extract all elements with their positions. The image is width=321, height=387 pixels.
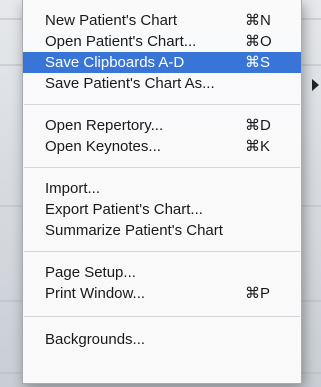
menu-item-label: Open Keynotes... [45,138,161,155]
menu-item-import[interactable]: Import... [23,178,301,199]
menu-item-backgrounds[interactable]: Backgrounds... [23,329,301,350]
menu-item-shortcut: ⌘S [245,54,271,71]
menu-separator [24,316,300,317]
menu-item-print-window[interactable]: Print Window... ⌘P [23,283,301,304]
menu-item-save-patients-chart-as[interactable]: Save Patient's Chart As... [23,73,301,94]
menu-item-label: Print Window... [45,285,146,302]
menu-item-shortcut: ⌘D [245,117,271,134]
menu-separator [24,104,300,105]
menu-item-label: Save Patient's Chart As... [45,75,215,92]
menu-item-save-clipboards[interactable]: Save Clipboards A-D ⌘S [23,52,301,73]
menu-item-page-setup[interactable]: Page Setup... [23,262,301,283]
menu-item-new-patients-chart[interactable]: New Patient's Chart ⌘N [23,10,301,31]
menu-item-open-patients-chart[interactable]: Open Patient's Chart... ⌘O [23,31,301,52]
menu-item-label: Summarize Patient's Chart [45,222,223,239]
menu-item-label: New Patient's Chart [45,12,178,29]
mouse-cursor-icon [312,79,319,91]
menu-item-label: Open Repertory... [45,117,164,134]
menu-item-summarize-patients-chart[interactable]: Summarize Patient's Chart [23,220,301,241]
menu-separator [24,251,300,252]
menu-separator [24,167,300,168]
menu-item-shortcut: ⌘P [245,285,271,302]
menu-item-shortcut: ⌘N [245,12,271,29]
menu-item-label: Page Setup... [45,264,136,281]
file-menu-dropdown: New Patient's Chart ⌘N Open Patient's Ch… [22,0,302,384]
menu-item-label: Open Patient's Chart... [45,33,197,50]
menu-item-shortcut: ⌘O [245,33,272,50]
menu-item-label: Backgrounds... [45,331,146,348]
menu-item-label: Save Clipboards A-D [45,54,185,71]
menu-item-shortcut: ⌘K [245,138,271,155]
menu-item-label: Import... [45,180,101,197]
menu-item-label: Export Patient's Chart... [45,201,203,218]
menu-item-export-patients-chart[interactable]: Export Patient's Chart... [23,199,301,220]
menu-item-open-keynotes[interactable]: Open Keynotes... ⌘K [23,136,301,157]
menu-item-open-repertory[interactable]: Open Repertory... ⌘D [23,115,301,136]
